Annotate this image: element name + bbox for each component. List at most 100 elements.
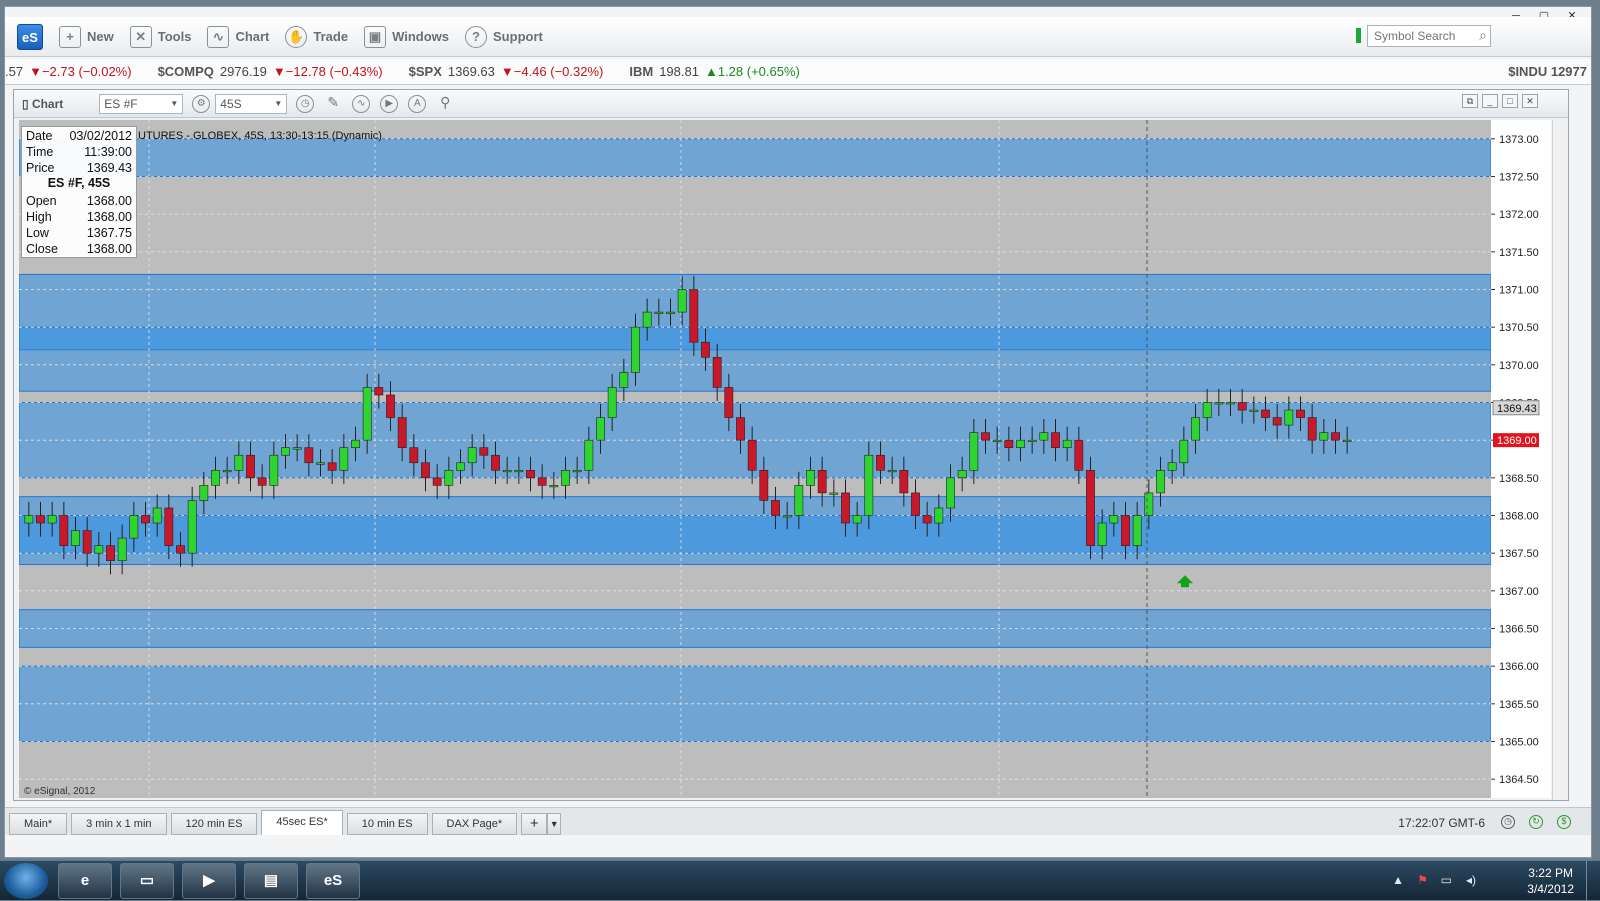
candle-body-56 (677, 289, 687, 313)
candle-body-61 (736, 417, 745, 441)
data-window: Date 03/02/2012 Time 11:39:00 Price 1369.43… (21, 126, 137, 258)
taskbar-clock[interactable]: 3:22 PM 3/4/2012 (1527, 865, 1574, 897)
candle-body-12 (164, 507, 174, 546)
support-zone-5 (19, 515, 1491, 565)
candle-body-6 (94, 545, 104, 554)
windows-icon: ▣ (364, 25, 387, 48)
candlestick-chart[interactable] (19, 120, 1491, 798)
axis-label-5: 1370.50 (1499, 322, 1539, 334)
folder-icon[interactable]: ▭ (120, 863, 174, 899)
candle-body-24 (304, 447, 314, 464)
support-zone-2 (19, 326, 1491, 392)
esignal-icon[interactable]: eS (306, 863, 360, 899)
chart-button[interactable]: ∿ Chart (207, 25, 270, 48)
tray-network-icon[interactable]: ▭ (1441, 873, 1452, 887)
axis-label-14: 1366.00 (1499, 661, 1539, 673)
candle-body-95 (1132, 515, 1142, 546)
play-icon[interactable]: ▶ (380, 94, 399, 113)
link-icon[interactable]: ⚲ (436, 94, 454, 113)
tab-3min[interactable]: 3 min x 1 min (71, 813, 167, 835)
network-icon[interactable]: ▤ (244, 863, 298, 899)
ticker-item-indu[interactable]: $INDU 12977 (1508, 64, 1587, 79)
symbol-selector[interactable]: ES #F ▼ (99, 93, 184, 114)
candle-body-15 (199, 485, 209, 501)
chart-label: Chart (235, 29, 270, 44)
candle-body-10 (141, 515, 150, 524)
candle-body-78 (934, 507, 944, 524)
tab-120min[interactable]: 120 min ES (170, 813, 258, 835)
tab-45sec[interactable]: 45sec ES* (261, 810, 343, 835)
candle-body-57 (689, 289, 699, 343)
candle-body-29 (362, 387, 372, 441)
candle-body-96 (1144, 492, 1154, 516)
chart-close-icon[interactable]: ✕ (1522, 94, 1538, 108)
chevron-down-icon: ▼ (170, 99, 179, 108)
ticker-item-spx[interactable]: $SPX 1369.63 ▼−4.46 (−0.32%) (409, 64, 604, 79)
candle-body-104 (1237, 402, 1247, 411)
axis-label-17: 1364.50 (1499, 774, 1539, 786)
clock-icon[interactable]: ◷ (296, 94, 315, 113)
candle-body-26 (327, 462, 337, 471)
status-ok-icon[interactable]: $ (1557, 815, 1571, 829)
trade-button[interactable]: ✋ Trade (285, 25, 348, 48)
price-axis: 1373.00 1372.50 1372.00 1371.50 1371.00 1370.… (1491, 120, 1551, 798)
new-button[interactable]: + New (59, 25, 114, 48)
candle-body-107 (1272, 417, 1282, 426)
tab-dax[interactable]: DAX Page* (431, 813, 518, 835)
tray-volume-icon[interactable]: ◂) (1466, 873, 1476, 887)
candle-body-64 (771, 500, 780, 516)
copyright-text: © eSignal, 2012 (24, 786, 96, 797)
tray-expand-icon[interactable]: ▲ (1392, 873, 1404, 887)
candle-body-97 (1156, 469, 1165, 494)
ie-icon[interactable]: e (58, 863, 112, 899)
windows-button[interactable]: ▣ Windows (364, 25, 449, 48)
media-icon[interactable]: ▶ (182, 863, 236, 899)
pencil-icon[interactable]: ✎ (324, 94, 342, 113)
time-icon[interactable]: ◷ (1501, 815, 1515, 829)
candle-body-1 (36, 515, 45, 524)
vertical-scrollbar[interactable] (1552, 120, 1566, 800)
search-icon[interactable]: ⌕ (1479, 27, 1487, 44)
candle-body-39 (479, 447, 489, 456)
ticker-item-compq[interactable]: $COMPQ 2976.19 ▼−12.78 (−0.43%) (158, 64, 383, 79)
ticker-item-ibm[interactable]: IBM 198.81 ▲1.28 (+0.65%) (629, 64, 800, 79)
cursor-price-label: 1369.43 (1497, 403, 1537, 415)
tools-button[interactable]: ✕ Tools (129, 25, 191, 48)
esignal-logo[interactable]: eS (17, 23, 43, 50)
buy-signal-arrow (1177, 575, 1193, 588)
settings-icon[interactable]: ⚙ (192, 94, 211, 113)
add-tab-button[interactable]: + (521, 813, 548, 835)
candle-body-41 (502, 469, 512, 473)
detach-icon[interactable]: ⧉ (1462, 94, 1478, 108)
interval-selector[interactable]: 45S ▼ (215, 93, 288, 114)
ticker-lead[interactable]: .57 ▼−2.73 (−0.02%) (5, 64, 132, 79)
candle-body-62 (747, 439, 757, 471)
chart-minimize-icon[interactable]: _ (1482, 94, 1498, 108)
tab-10min[interactable]: 10 min ES (346, 813, 428, 835)
start-button[interactable] (4, 863, 48, 899)
candle-body-13 (176, 545, 185, 554)
support-button[interactable]: ? Support (465, 25, 543, 48)
candle-body-54 (654, 311, 664, 314)
chart-maximize-icon[interactable]: □ (1502, 94, 1518, 108)
candle-body-111 (1319, 432, 1329, 441)
plot-area[interactable] (19, 120, 1491, 798)
tray-flag-icon[interactable]: ⚑ (1417, 873, 1428, 887)
candle-body-81 (969, 432, 979, 471)
candle-body-88 (1051, 432, 1060, 448)
support-label: Support (493, 29, 543, 44)
candle-body-102 (1214, 402, 1224, 405)
alert-icon[interactable]: A (408, 94, 427, 113)
candle-body-69 (829, 492, 839, 495)
candle-body-34 (421, 462, 430, 479)
symbol-search-input[interactable] (1367, 25, 1491, 47)
refresh-icon[interactable]: ↻ (1529, 815, 1543, 829)
candle-body-16 (211, 469, 220, 486)
study-icon[interactable]: ∿ (352, 94, 371, 113)
candle-body-110 (1307, 417, 1317, 441)
show-desktop-button[interactable] (1586, 861, 1600, 901)
tab-menu-button[interactable]: ▼ (547, 813, 562, 835)
candle-body-19 (246, 454, 255, 479)
candle-body-92 (1097, 522, 1107, 546)
tab-main[interactable]: Main* (9, 813, 68, 835)
